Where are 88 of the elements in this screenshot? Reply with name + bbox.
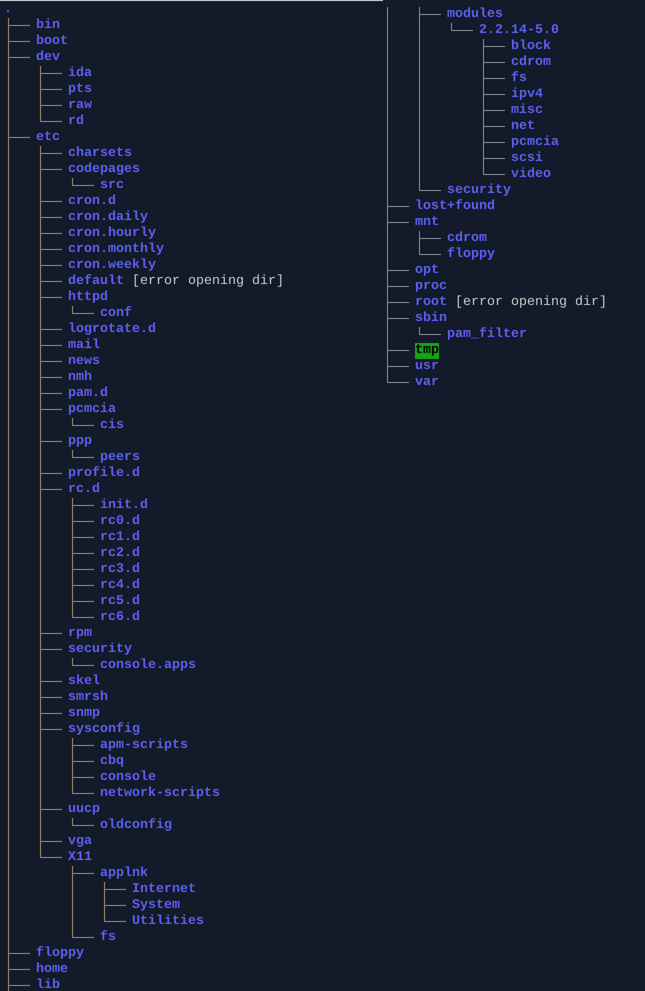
directory-name: lost+found	[415, 199, 495, 215]
directory-name: Utilities	[132, 914, 204, 930]
directory-name: console	[100, 770, 156, 786]
directory-name: proc	[415, 279, 447, 295]
directory-name: rc2.d	[100, 546, 140, 562]
directory-name: dev	[36, 50, 60, 66]
directory-name: floppy	[447, 247, 495, 263]
directory-name: cdrom	[511, 55, 551, 71]
directory-name: block	[511, 39, 551, 55]
directory-name: conf	[100, 306, 132, 322]
directory-name: var	[415, 375, 439, 391]
directory-name: codepages	[68, 162, 140, 178]
directory-name: sysconfig	[68, 722, 140, 738]
root-directory: .	[4, 2, 12, 18]
error-message: [error opening dir]	[455, 295, 607, 311]
directory-name: nmh	[68, 370, 92, 386]
directory-name: pam_filter	[447, 327, 527, 343]
directory-name: skel	[68, 674, 100, 690]
directory-name: network-scripts	[100, 786, 220, 802]
directory-name: mnt	[415, 215, 439, 231]
directory-name: peers	[100, 450, 140, 466]
directory-name: lib	[36, 978, 60, 991]
directory-name: cis	[100, 418, 124, 434]
directory-name: home	[36, 962, 68, 978]
directory-name: opt	[415, 263, 439, 279]
directory-name: ida	[68, 66, 92, 82]
directory-name: pts	[68, 82, 92, 98]
directory-name: Internet	[132, 882, 196, 898]
directory-name: etc	[36, 130, 60, 146]
directory-name: src	[100, 178, 124, 194]
directory-name: System	[132, 898, 180, 914]
directory-name: ipv4	[511, 87, 543, 103]
directory-name: ppp	[68, 434, 92, 450]
directory-name: video	[511, 167, 551, 183]
directory-name: rd	[68, 114, 84, 130]
directory-name: misc	[511, 103, 543, 119]
directory-name: security	[447, 183, 511, 199]
directory-name: news	[68, 354, 100, 370]
directory-name: rc1.d	[100, 530, 140, 546]
directory-name: pam.d	[68, 386, 108, 402]
directory-name: applnk	[100, 866, 148, 882]
directory-name: httpd	[68, 290, 108, 306]
directory-name: scsi	[511, 151, 543, 167]
directory-name: cdrom	[447, 231, 487, 247]
directory-name: sbin	[415, 311, 447, 327]
directory-name: rc0.d	[100, 514, 140, 530]
directory-name: X11	[68, 850, 92, 866]
directory-name: modules	[447, 7, 503, 23]
directory-name: cron.daily	[68, 210, 148, 226]
directory-name: cron.d	[68, 194, 116, 210]
directory-name: rc.d	[68, 482, 100, 498]
directory-name: 2.2.14-5.0	[479, 23, 559, 39]
directory-name: charsets	[68, 146, 132, 162]
directory-name: root	[415, 295, 447, 311]
directory-name: rc3.d	[100, 562, 140, 578]
directory-name: fs	[100, 930, 116, 946]
directory-name: cron.weekly	[68, 258, 156, 274]
directory-name: smrsh	[68, 690, 108, 706]
directory-name: console.apps	[100, 658, 196, 674]
directory-name: rc6.d	[100, 610, 140, 626]
directory-name: init.d	[100, 498, 148, 514]
directory-name: cron.monthly	[68, 242, 164, 258]
directory-name: snmp	[68, 706, 100, 722]
directory-name: rc5.d	[100, 594, 140, 610]
directory-name: profile.d	[68, 466, 140, 482]
directory-name: mail	[68, 338, 100, 354]
directory-name: rc4.d	[100, 578, 140, 594]
directory-name: net	[511, 119, 535, 135]
directory-name: fs	[511, 71, 527, 87]
directory-name: cron.hourly	[68, 226, 156, 242]
directory-name: bin	[36, 18, 60, 34]
directory-name: default	[68, 274, 124, 290]
directory-name: vga	[68, 834, 92, 850]
directory-name: floppy	[36, 946, 84, 962]
directory-name: boot	[36, 34, 68, 50]
directory-name: oldconfig	[100, 818, 172, 834]
directory-name: tmp	[415, 343, 439, 359]
directory-name: logrotate.d	[68, 322, 156, 338]
directory-name: cbq	[100, 754, 124, 770]
directory-name: security	[68, 642, 132, 658]
directory-name: rpm	[68, 626, 92, 642]
error-message: [error opening dir]	[132, 274, 284, 290]
directory-name: pcmcia	[511, 135, 559, 151]
directory-name: raw	[68, 98, 92, 114]
directory-name: uucp	[68, 802, 100, 818]
directory-name: pcmcia	[68, 402, 116, 418]
directory-name: usr	[415, 359, 439, 375]
directory-name: apm-scripts	[100, 738, 188, 754]
